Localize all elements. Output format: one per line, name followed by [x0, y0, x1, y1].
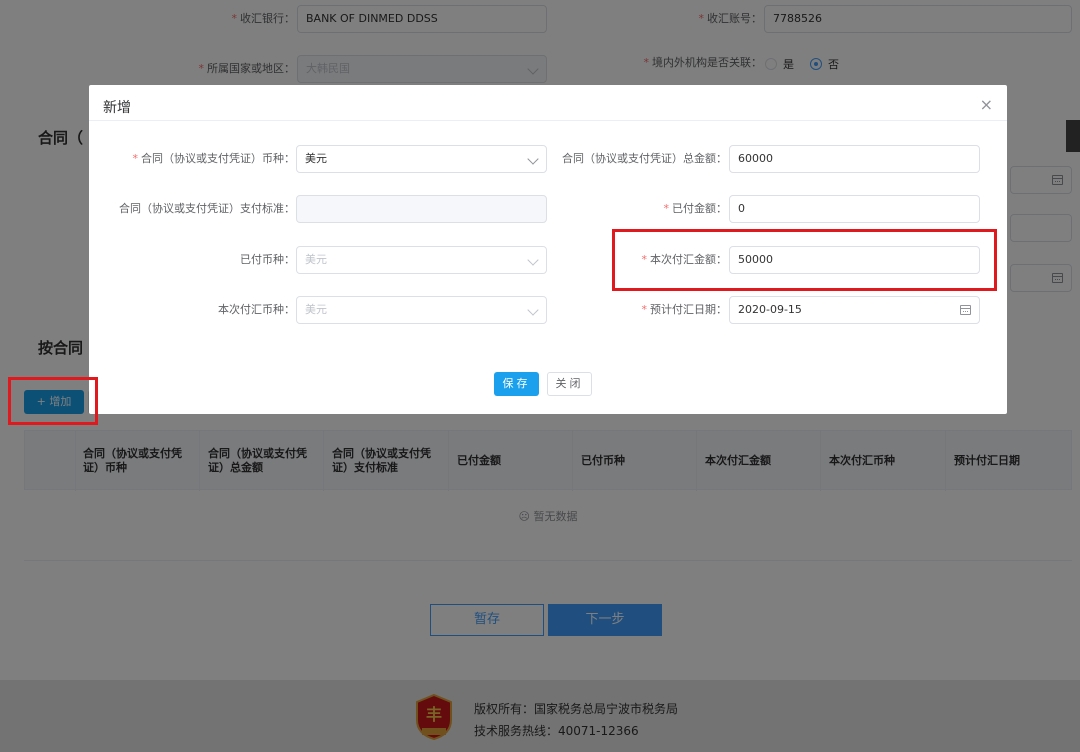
save-button[interactable]: 保存	[494, 372, 539, 396]
chevron-down-icon	[527, 304, 539, 316]
close-button[interactable]: 关闭	[547, 372, 592, 396]
highlight-add-button	[8, 377, 98, 425]
expected-date-label: * 预计付汇日期：	[641, 303, 728, 316]
currency-select[interactable]: 美元	[296, 145, 547, 173]
chevron-down-icon	[527, 254, 539, 266]
current-currency-select[interactable]: 美元	[296, 296, 547, 324]
paid-amount-label: * 已付金额：	[663, 202, 728, 215]
total-label: 合同（协议或支付凭证）总金额：	[562, 152, 727, 165]
standard-label: 合同（协议或支付凭证）支付标准：	[119, 202, 295, 215]
paid-amount-input[interactable]: 0	[729, 195, 980, 223]
paid-currency-label: 已付币种：	[240, 253, 295, 266]
expected-date-input[interactable]: 2020-09-15	[729, 296, 980, 324]
dialog-title: 新增	[103, 100, 131, 116]
close-icon[interactable]: ×	[980, 95, 993, 114]
chevron-down-icon	[527, 153, 539, 165]
total-amount-input[interactable]: 60000	[729, 145, 980, 173]
highlight-current-amount	[612, 229, 997, 291]
paid-currency-select[interactable]: 美元	[296, 246, 547, 274]
calendar-icon	[960, 305, 971, 315]
currency-label: * 合同（协议或支付凭证）币种：	[132, 152, 296, 165]
standard-input[interactable]	[296, 195, 547, 223]
current-currency-label: 本次付汇币种：	[218, 303, 295, 316]
